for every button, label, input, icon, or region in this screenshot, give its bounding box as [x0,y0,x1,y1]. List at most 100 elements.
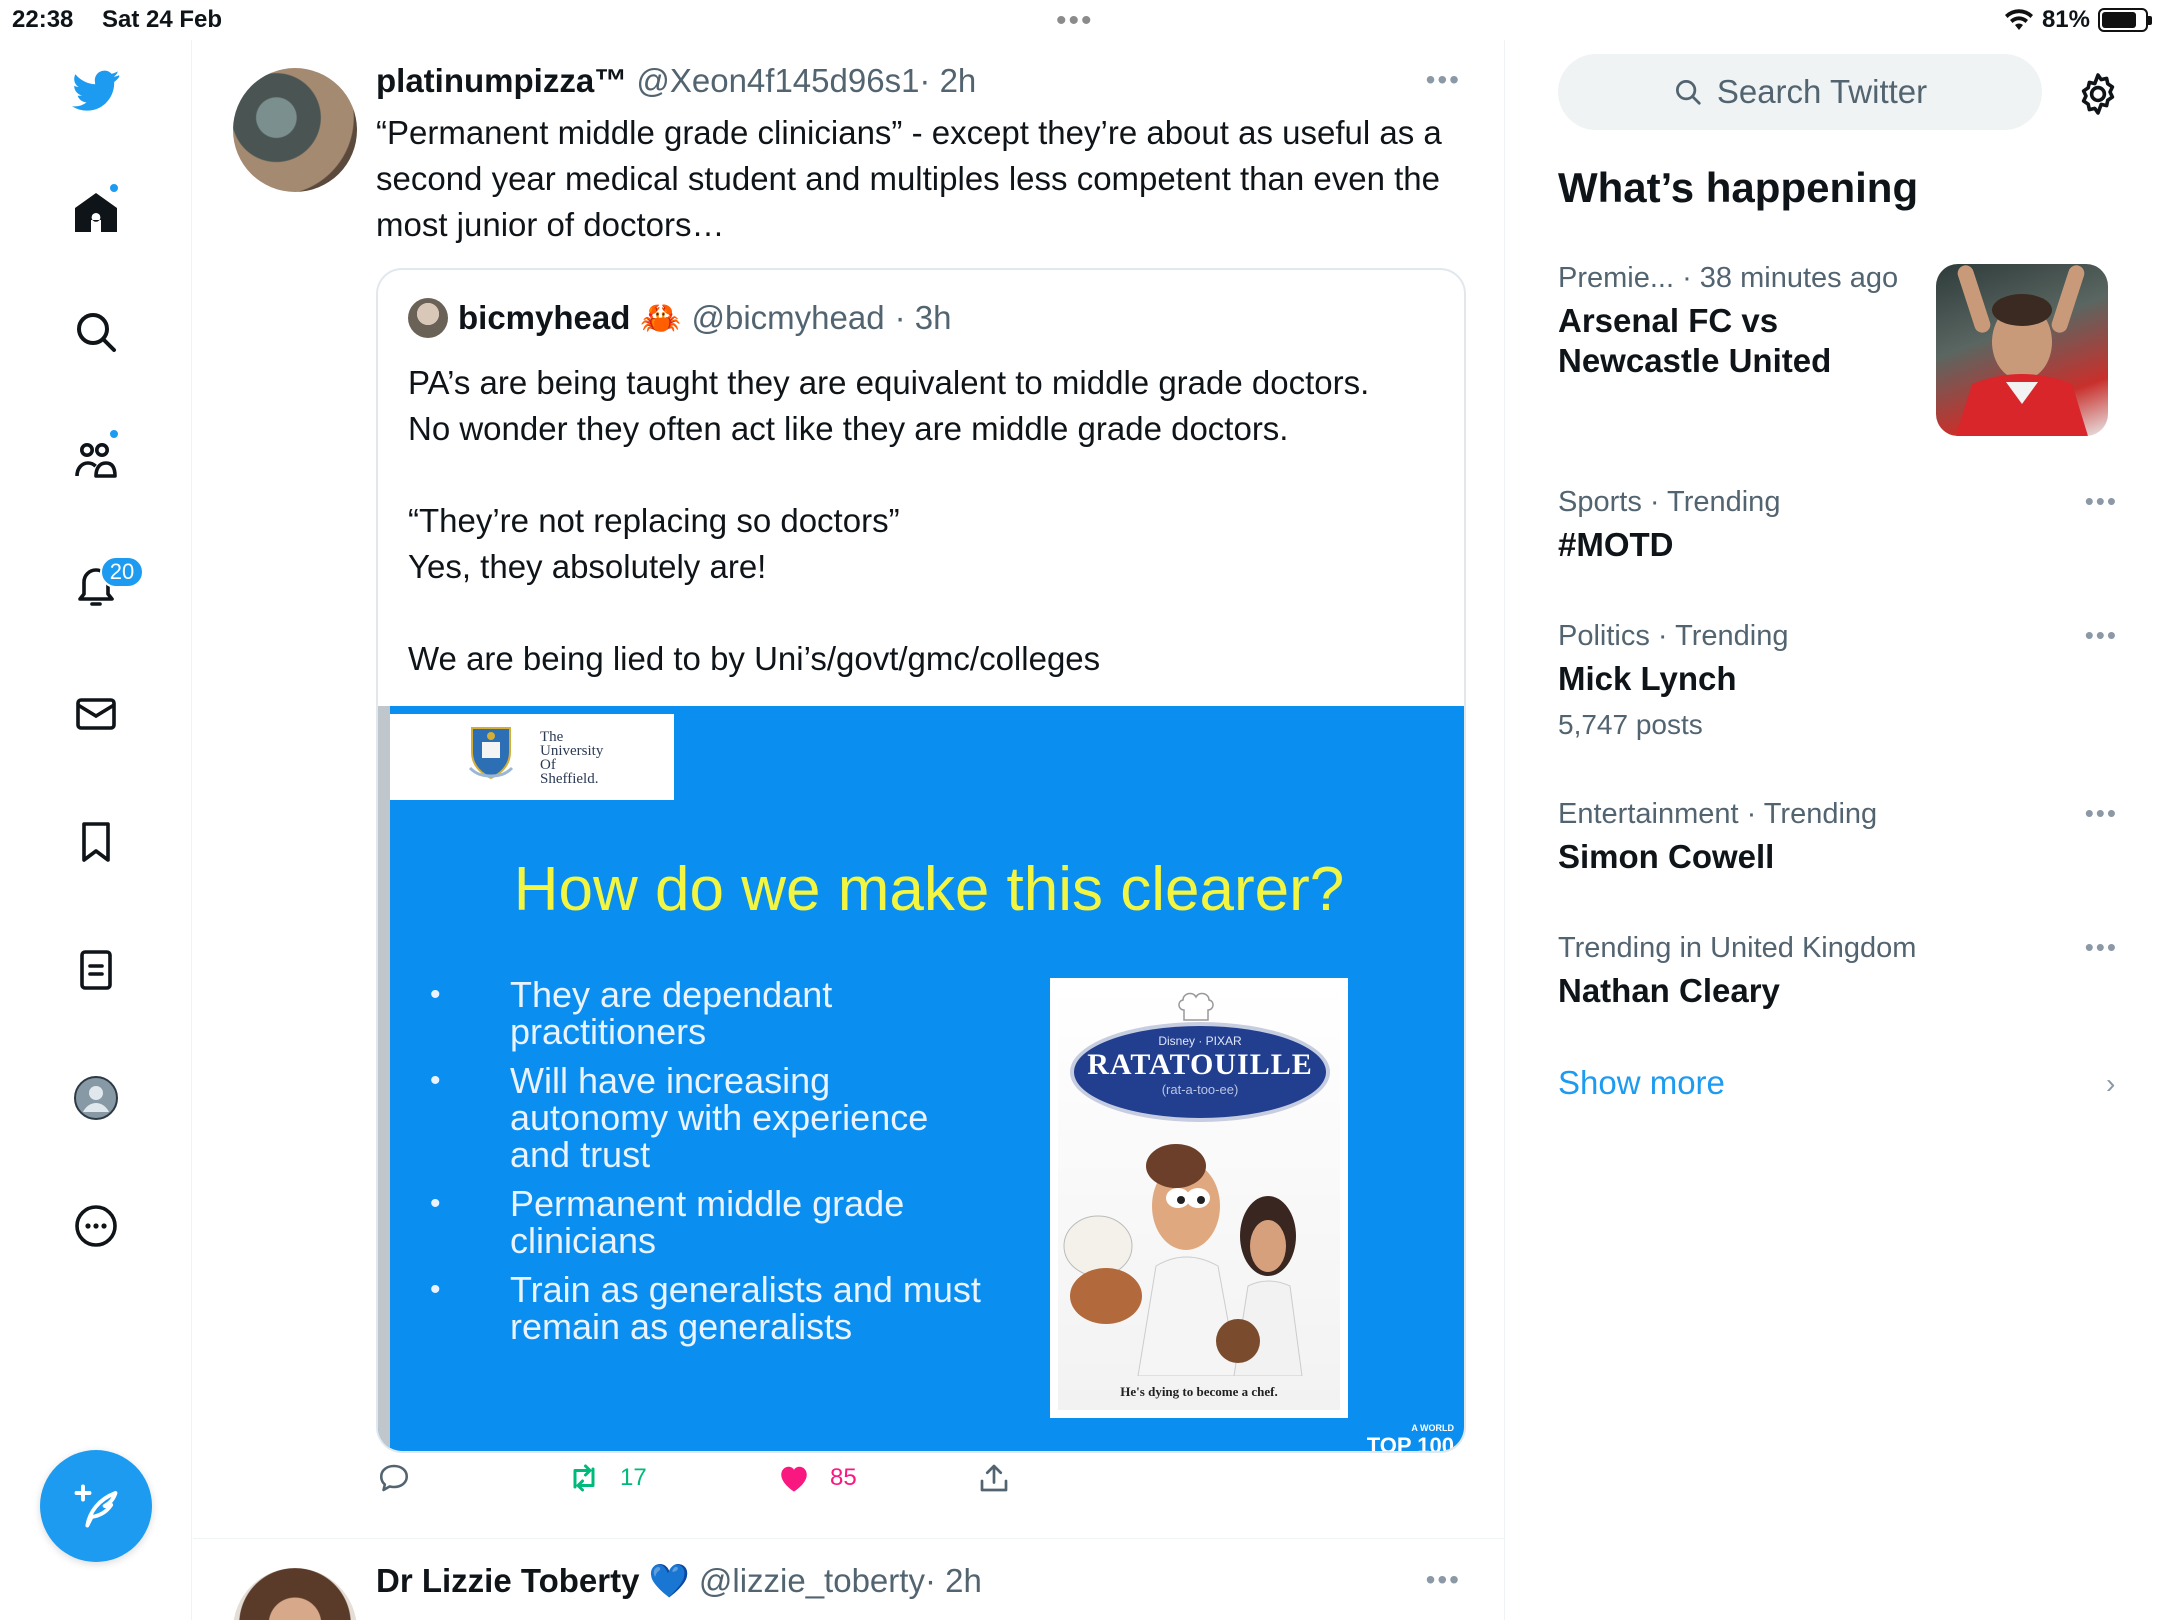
share-icon [980,1464,1008,1492]
status-time: 22:38 [12,6,74,33]
quote-line: We are being lied to by Uni’s/govt/gmc/c… [408,640,1101,677]
avatar[interactable] [233,1568,357,1620]
trend-meta: Politics · Trending [1558,620,1789,652]
tweet-time[interactable]: · 2h [919,62,976,99]
slide-corner-label: A WORLD TOP 100 [1366,1423,1454,1453]
trend-item[interactable]: Sports · Trending #MOTD ••• [1558,486,2118,565]
trend-topic: #MOTD [1558,526,1674,563]
quote-text: PA’s are being taught they are equivalen… [408,360,1448,682]
feather-plus-icon [74,1484,118,1528]
trend-item[interactable]: Trending in United Kingdom Nathan Cleary… [1558,932,2118,1011]
trend-meta: Premie... · 38 minutes ago [1558,262,1899,294]
quote-line: No wonder they often act like they are m… [408,410,1289,447]
trend-more-icon[interactable]: ••• [2085,620,2118,651]
gear-icon[interactable] [2074,70,2122,118]
retweet-count: 17 [620,1464,647,1491]
tweet-divider [193,1538,1504,1539]
nav-communities[interactable] [56,420,136,500]
footballer-photo [1956,265,2088,436]
author-handle[interactable]: @lizzie_toberty [699,1562,925,1599]
crest-icon [468,727,514,780]
university-logo: The University Of Sheffield. [390,714,674,800]
timeline: platinumpizza™ @Xeon4f145d96s1· 2h ••• “… [193,40,1505,1620]
retweet-icon [573,1464,595,1492]
show-more-link[interactable]: Show more [1558,1064,1725,1102]
slide-bullet: Will have increasing autonomy with exper… [430,1062,990,1173]
tweet-time[interactable]: · 2h [925,1562,982,1599]
retweet-button[interactable]: 17 [566,1460,647,1496]
tweet-actions: 17 85 [376,1460,1466,1510]
nav-more[interactable] [56,1186,136,1266]
nav-notifications[interactable]: 20 [56,546,144,626]
trend-more-icon[interactable]: ••• [2085,932,2118,963]
quoted-tweet[interactable]: bicmyhead 🦀 @bicmyhead · 3h PA’s are bein… [376,268,1466,1453]
trend-item[interactable]: Premie... · 38 minutes ago Arsenal FC vs… [1558,262,1918,381]
search-placeholder: Search Twitter [1716,73,1928,110]
trend-topic: Mick Lynch [1558,660,1737,697]
status-date: Sat 24 Feb [102,6,223,33]
battery-percent: 81% [2041,6,2090,33]
status-right: 81% [2004,6,2152,34]
trend-meta: Sports · Trending [1558,486,1781,518]
like-button[interactable]: 85 [776,1460,857,1496]
communities-unread-dot [108,428,120,440]
trend-thumbnail[interactable] [1936,264,2108,436]
slide-bullet: They are dependant practitioners [430,976,990,1050]
tweet-header: Dr Lizzie Toberty 💙 @lizzie_toberty· 2h [376,1562,982,1601]
bookmark-icon [82,822,110,862]
slide-bullet: Train as generalists and must remain as … [430,1271,990,1345]
quote-image-slide[interactable]: The University Of Sheffield. How do we m… [378,706,1464,1453]
list-icon [80,950,112,990]
status-bar: 22:38 Sat 24 Feb ••• 81% [0,0,2160,40]
quote-author-name: bicmyhead [458,299,631,336]
left-nav: 20 [0,40,192,1620]
nav-bookmarks[interactable] [56,802,136,882]
tweet-more-icon[interactable]: ••• [1426,64,1461,96]
chef-hat-icon [1178,992,1214,1021]
trend-post-count: 5,747 posts [1558,709,1703,740]
search-bar[interactable]: Search Twitter [1558,54,2042,130]
nav-messages[interactable] [56,674,136,754]
more-circle-icon [75,1205,117,1247]
multitasking-dots-icon[interactable]: ••• [1056,4,1094,38]
author-handle[interactable]: @Xeon4f145d96s1 [636,62,919,99]
quote-line: PA’s are being taught they are equivalen… [408,364,1370,401]
nav-lists[interactable] [56,930,136,1010]
trend-meta: Trending in United Kingdom [1558,932,1917,964]
communities-icon [75,443,117,478]
nav-profile[interactable] [56,1058,136,1138]
avatar[interactable] [233,68,357,192]
twitter-logo-icon[interactable] [56,50,136,130]
nav-explore[interactable] [56,292,136,372]
avatar [408,298,448,338]
trend-topic: Arsenal FC vs Newcastle United [1558,302,1832,379]
tweet-header: platinumpizza™ @Xeon4f145d96s1· 2h [376,62,976,100]
search-icon [1675,80,1701,105]
wifi-icon [2004,9,2033,31]
trend-item[interactable]: Entertainment · Trending Simon Cowell ••… [1558,798,2118,877]
quote-time: · 3h [894,299,952,336]
mail-icon [76,698,116,730]
slide-bullet: Permanent middle grade clinicians [430,1185,990,1259]
like-count: 85 [830,1464,857,1491]
home-unread-dot [108,182,120,194]
poster-title-oval: Disney · PIXAR RATATOUILLE (rat-a-too-ee… [1070,1022,1330,1122]
trend-more-icon[interactable]: ••• [2085,798,2118,829]
author-name[interactable]: platinumpizza™ [376,62,627,99]
share-button[interactable] [976,1460,1012,1496]
notifications-count-badge: 20 [100,556,144,588]
trend-topic: Simon Cowell [1558,838,1775,875]
chef-characters-illustration [1063,1144,1303,1376]
reply-button[interactable] [376,1460,412,1496]
reply-icon [379,1464,409,1492]
poster-caption: He's dying to become a chef. [1120,1384,1278,1399]
heart-filled-icon [781,1466,807,1492]
quote-line: Yes, they absolutely are! [408,548,767,585]
tweet-more-icon[interactable]: ••• [1426,1564,1461,1596]
compose-tweet-button[interactable] [40,1450,152,1562]
author-name[interactable]: Dr Lizzie Toberty [376,1562,639,1599]
right-sidebar: Search Twitter What’s happening Premie..… [1506,40,2160,1620]
nav-home[interactable] [56,172,136,252]
trend-item[interactable]: Politics · Trending Mick Lynch 5,747 pos… [1558,620,2118,741]
trend-more-icon[interactable]: ••• [2085,486,2118,517]
